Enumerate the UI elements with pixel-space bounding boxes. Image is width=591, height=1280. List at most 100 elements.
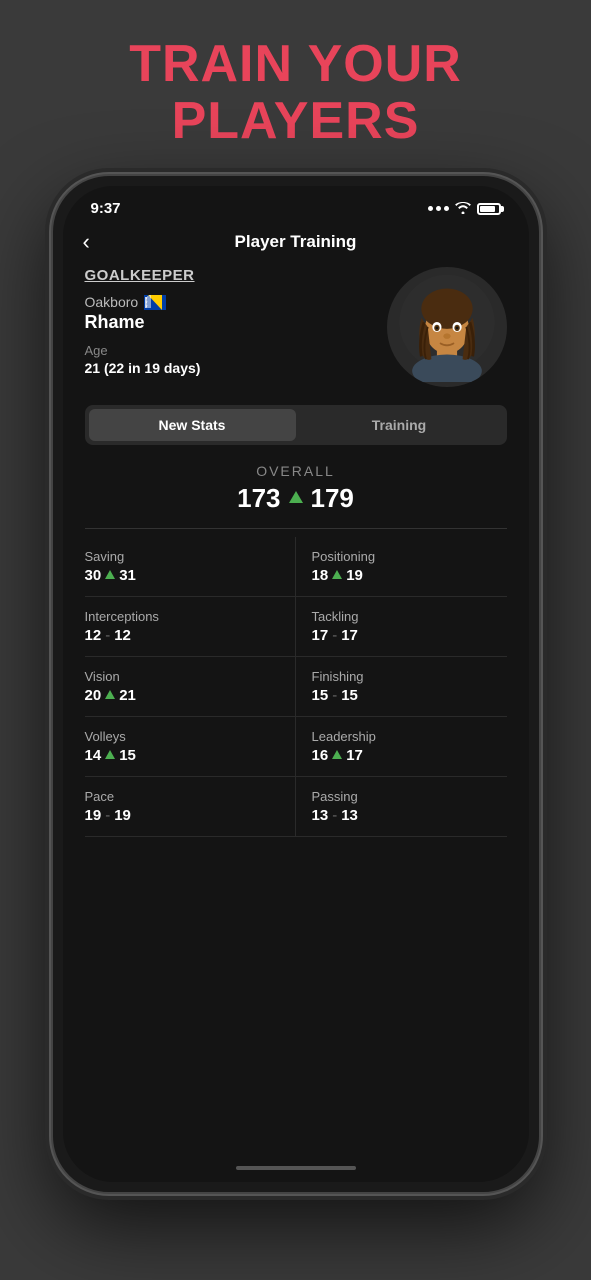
headline-line1: TRAIN YOUR bbox=[129, 36, 462, 93]
stat-dash: - bbox=[332, 627, 337, 644]
signal-icon bbox=[428, 206, 449, 211]
back-button[interactable]: ‹ bbox=[83, 229, 115, 255]
stat-name: Tackling bbox=[312, 609, 503, 624]
status-bar: 9:37 bbox=[63, 186, 529, 225]
stat-old-value: 30 bbox=[85, 567, 102, 584]
headline: TRAIN YOUR PLAYERS bbox=[109, 0, 482, 174]
stat-old-value: 15 bbox=[312, 687, 329, 704]
position-label: GOALKEEPER bbox=[85, 267, 201, 284]
tab-bar: New Stats Training bbox=[85, 405, 507, 445]
stat-values: 17 - 17 bbox=[312, 627, 503, 644]
side-button-vol-down bbox=[45, 474, 50, 534]
header-title: Player Training bbox=[115, 232, 477, 252]
stat-old-value: 13 bbox=[312, 807, 329, 824]
stat-name: Finishing bbox=[312, 669, 503, 684]
stat-arrow-up bbox=[105, 690, 115, 699]
stat-name: Vision bbox=[85, 669, 279, 684]
home-bar bbox=[236, 1166, 356, 1170]
stat-new-value: 13 bbox=[341, 807, 358, 824]
phone-shell: 9:37 bbox=[51, 174, 541, 1194]
home-indicator bbox=[63, 1154, 529, 1182]
side-button-vol-up bbox=[45, 402, 50, 462]
stat-new-value: 15 bbox=[341, 687, 358, 704]
stat-name: Leadership bbox=[312, 729, 503, 744]
stat-new-value: 19 bbox=[114, 807, 131, 824]
club-name: Oakboro bbox=[85, 294, 139, 310]
stat-old-value: 17 bbox=[312, 627, 329, 644]
stat-dash: - bbox=[332, 687, 337, 704]
tab-training[interactable]: Training bbox=[296, 409, 503, 441]
stat-name: Saving bbox=[85, 549, 279, 564]
stat-old-value: 16 bbox=[312, 747, 329, 764]
svg-text:★: ★ bbox=[145, 304, 148, 308]
headline-line2: PLAYERS bbox=[129, 93, 462, 150]
stat-dash: - bbox=[332, 807, 337, 824]
stat-new-value: 17 bbox=[341, 627, 358, 644]
club-row: Oakboro ★ ★ ★ bbox=[85, 294, 201, 310]
stat-values: 15 - 15 bbox=[312, 687, 503, 704]
stat-name: Volleys bbox=[85, 729, 279, 744]
stat-values: 20 21 bbox=[85, 687, 279, 704]
phone-wrapper: 9:37 bbox=[51, 174, 541, 1194]
stat-cell: Leadership 16 17 bbox=[296, 717, 507, 777]
stat-cell: Volleys 14 15 bbox=[85, 717, 296, 777]
stat-new-value: 12 bbox=[114, 627, 131, 644]
side-button-power bbox=[542, 414, 547, 494]
stat-values: 16 17 bbox=[312, 747, 503, 764]
stat-old-value: 20 bbox=[85, 687, 102, 704]
stat-new-value: 31 bbox=[119, 567, 136, 584]
stat-old-value: 18 bbox=[312, 567, 329, 584]
stat-cell: Pace 19 - 19 bbox=[85, 777, 296, 837]
player-avatar-svg bbox=[392, 272, 502, 382]
stat-values: 13 - 13 bbox=[312, 807, 503, 824]
stat-cell: Tackling 17 - 17 bbox=[296, 597, 507, 657]
overall-label: OVERALL bbox=[85, 463, 507, 479]
header-nav: ‹ Player Training bbox=[63, 225, 529, 267]
stat-old-value: 14 bbox=[85, 747, 102, 764]
stat-new-value: 21 bbox=[119, 687, 136, 704]
stat-cell: Interceptions 12 - 12 bbox=[85, 597, 296, 657]
stat-cell: Positioning 18 19 bbox=[296, 537, 507, 597]
stat-name: Interceptions bbox=[85, 609, 279, 624]
stat-dash: - bbox=[105, 627, 110, 644]
player-name: Rhame bbox=[85, 312, 201, 333]
tab-new-stats[interactable]: New Stats bbox=[89, 409, 296, 441]
stat-dash: - bbox=[105, 807, 110, 824]
stat-cell: Vision 20 21 bbox=[85, 657, 296, 717]
status-time: 9:37 bbox=[91, 200, 121, 217]
stat-new-value: 19 bbox=[346, 567, 363, 584]
stat-arrow-up bbox=[332, 750, 342, 759]
stat-values: 12 - 12 bbox=[85, 627, 279, 644]
stat-new-value: 17 bbox=[346, 747, 363, 764]
stat-cell: Passing 13 - 13 bbox=[296, 777, 507, 837]
status-icons bbox=[428, 201, 501, 217]
side-button-mute bbox=[45, 354, 50, 390]
stat-values: 30 31 bbox=[85, 567, 279, 584]
avatar bbox=[387, 267, 507, 387]
stat-name: Passing bbox=[312, 789, 503, 804]
age-label: Age bbox=[85, 343, 201, 358]
stat-arrow-up bbox=[105, 750, 115, 759]
overall-divider bbox=[85, 528, 507, 529]
stat-values: 18 19 bbox=[312, 567, 503, 584]
overall-new-value: 179 bbox=[311, 483, 354, 514]
phone-screen: 9:37 bbox=[63, 186, 529, 1182]
battery-icon bbox=[477, 203, 501, 215]
stat-old-value: 12 bbox=[85, 627, 102, 644]
wifi-icon bbox=[455, 201, 471, 217]
stat-name: Positioning bbox=[312, 549, 503, 564]
stat-name: Pace bbox=[85, 789, 279, 804]
stat-cell: Saving 30 31 bbox=[85, 537, 296, 597]
stat-values: 14 15 bbox=[85, 747, 279, 764]
stat-new-value: 15 bbox=[119, 747, 136, 764]
overall-values: 173 179 bbox=[85, 483, 507, 514]
stat-values: 19 - 19 bbox=[85, 807, 279, 824]
stat-cell: Finishing 15 - 15 bbox=[296, 657, 507, 717]
stats-grid: Saving 30 31 Positioning 18 19 Intercept… bbox=[85, 537, 507, 837]
stat-arrow-up bbox=[332, 570, 342, 579]
stat-old-value: 19 bbox=[85, 807, 102, 824]
screen-content[interactable]: GOALKEEPER Oakboro ★ bbox=[63, 267, 529, 1154]
overall-section: OVERALL 173 179 bbox=[85, 463, 507, 514]
age-value: 21 (22 in 19 days) bbox=[85, 360, 201, 376]
player-section: GOALKEEPER Oakboro ★ bbox=[85, 267, 507, 387]
